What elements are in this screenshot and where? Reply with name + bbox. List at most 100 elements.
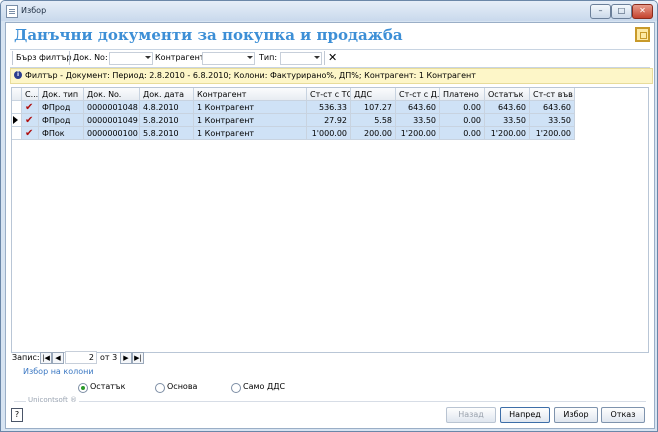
- table-row[interactable]: ✔ ФПок 0000000100 5.8.2010 1 Контрагент …: [12, 127, 575, 140]
- doc-no-cell: 0000001049: [84, 114, 140, 127]
- column-header[interactable]: Остатък: [485, 88, 530, 101]
- documents-table: С... Док. тип Док. No. Док. дата Контраг…: [11, 87, 649, 353]
- table-row[interactable]: ✔ ФПрод 0000001049 5.8.2010 1 Контрагент…: [12, 114, 575, 127]
- chevron-down-icon: [145, 56, 151, 59]
- toolbar-separator: [324, 51, 325, 65]
- current-row-icon: [13, 116, 18, 124]
- counterparty-cell: 1 Контрагент: [194, 127, 307, 140]
- table-header-row: С... Док. тип Док. No. Док. дата Контраг…: [12, 88, 575, 101]
- paid-cell: 0.00: [440, 101, 485, 114]
- option-vat-only-radio[interactable]: [231, 383, 241, 393]
- other-value-cell: 33.50: [530, 114, 575, 127]
- type-label: Тип:: [259, 53, 278, 62]
- option-vat-only-label[interactable]: Само ДДС: [243, 382, 285, 391]
- row-selector[interactable]: [12, 101, 22, 114]
- doc-type-cell: ФПрод: [39, 114, 84, 127]
- column-header[interactable]: Ст-ст с ТО: [307, 88, 351, 101]
- rest-cell: 1'200.00: [485, 127, 530, 140]
- cancel-button[interactable]: Отказ: [601, 407, 645, 423]
- prev-record-button[interactable]: ◀: [52, 352, 64, 364]
- maximize-button[interactable]: □: [611, 4, 632, 19]
- doc-type-cell: ФПрод: [39, 101, 84, 114]
- divider-line: [14, 401, 646, 402]
- page-title: Данъчни документи за покупка и продажба: [14, 26, 403, 44]
- title-bar: Избор – □ ✕: [1, 1, 657, 21]
- clear-filter-icon[interactable]: ✕: [328, 51, 337, 64]
- paid-cell: 0.00: [440, 114, 485, 127]
- column-header[interactable]: ДДС: [351, 88, 396, 101]
- favorite-icon[interactable]: [635, 27, 650, 42]
- column-header[interactable]: Док. дата: [140, 88, 194, 101]
- toolbar-separator: [69, 51, 70, 65]
- next-record-button[interactable]: ▶: [120, 352, 132, 364]
- checkmark-icon[interactable]: ✔: [22, 101, 39, 114]
- counterparty-cell: 1 Контрагент: [194, 114, 307, 127]
- doc-no-label: Док. No:: [73, 53, 108, 62]
- total-cell: 33.50: [396, 114, 440, 127]
- filter-info-text: Филтър - Документ: Период: 2.8.2010 - 6.…: [25, 71, 476, 80]
- doc-no-cell: 0000000100: [84, 127, 140, 140]
- doc-no-cell: 0000001048: [84, 101, 140, 114]
- vat-cell: 5.58: [351, 114, 396, 127]
- record-label: Запис:: [12, 353, 40, 362]
- next-button[interactable]: Напред: [500, 407, 550, 423]
- option-rest-label[interactable]: Остатък: [90, 382, 125, 391]
- other-value-cell: 643.60: [530, 101, 575, 114]
- counterparty-cell: 1 Контрагент: [194, 101, 307, 114]
- row-selector[interactable]: [12, 114, 22, 127]
- row-selector-header: [12, 88, 22, 101]
- brand-divider: Unicontsoft ®: [14, 396, 646, 406]
- choose-button[interactable]: Избор: [554, 407, 598, 423]
- checkmark-icon[interactable]: ✔: [22, 114, 39, 127]
- filter-toolbar: Бърз филтър Док. No: Контрагент: Тип: ✕: [10, 49, 650, 68]
- doc-no-combo[interactable]: [109, 52, 153, 65]
- column-header[interactable]: Ст-ст с Д...: [396, 88, 440, 101]
- record-count-label: от 3: [100, 353, 118, 362]
- total-cell: 643.60: [396, 101, 440, 114]
- help-icon[interactable]: ?: [11, 408, 23, 422]
- toolbar-grip: [12, 51, 13, 65]
- option-rest-radio[interactable]: [78, 383, 88, 393]
- close-button[interactable]: ✕: [632, 4, 653, 19]
- vat-cell: 200.00: [351, 127, 396, 140]
- doc-date-cell: 5.8.2010: [140, 114, 194, 127]
- column-header[interactable]: Ст-ст във ...: [530, 88, 575, 101]
- option-base-label[interactable]: Основа: [167, 382, 197, 391]
- checkmark-icon[interactable]: ✔: [22, 127, 39, 140]
- other-value-cell: 1'200.00: [530, 127, 575, 140]
- doc-date-cell: 5.8.2010: [140, 127, 194, 140]
- record-number-input[interactable]: 2: [65, 351, 97, 364]
- last-record-button[interactable]: ▶|: [132, 352, 144, 364]
- value-cell: 27.92: [307, 114, 351, 127]
- doc-type-cell: ФПок: [39, 127, 84, 140]
- counterparty-combo[interactable]: [202, 52, 255, 65]
- quick-filter-button[interactable]: Бърз филтър: [16, 53, 72, 62]
- filter-info-bar: i Филтър - Документ: Период: 2.8.2010 - …: [10, 68, 653, 84]
- chevron-down-icon: [314, 56, 320, 59]
- rest-cell: 33.50: [485, 114, 530, 127]
- app-icon: [6, 5, 18, 18]
- doc-date-cell: 4.8.2010: [140, 101, 194, 114]
- column-header[interactable]: Контрагент: [194, 88, 307, 101]
- value-cell: 1'000.00: [307, 127, 351, 140]
- rest-cell: 643.60: [485, 101, 530, 114]
- brand-label: Unicontsoft ®: [26, 396, 80, 404]
- type-combo[interactable]: [280, 52, 322, 65]
- option-base-radio[interactable]: [155, 383, 165, 393]
- first-record-button[interactable]: |◀: [40, 352, 52, 364]
- minimize-button[interactable]: –: [590, 4, 611, 19]
- column-header[interactable]: Док. тип: [39, 88, 84, 101]
- value-cell: 536.33: [307, 101, 351, 114]
- dialog-body: Данъчни документи за покупка и продажба …: [5, 22, 655, 429]
- chevron-down-icon: [247, 56, 253, 59]
- row-selector[interactable]: [12, 127, 22, 140]
- column-header[interactable]: С...: [22, 88, 39, 101]
- table-row[interactable]: ✔ ФПрод 0000001048 4.8.2010 1 Контрагент…: [12, 101, 575, 114]
- column-header[interactable]: Док. No.: [84, 88, 140, 101]
- amount-options: Остатък Основа Само ДДС: [6, 381, 646, 395]
- record-navigator: Запис: |◀ ◀ 2 от 3 ▶ ▶|: [10, 351, 650, 365]
- column-header[interactable]: Платено: [440, 88, 485, 101]
- column-select-link[interactable]: Избор на колони: [23, 367, 94, 376]
- info-icon: i: [14, 71, 22, 79]
- back-button[interactable]: Назад: [446, 407, 496, 423]
